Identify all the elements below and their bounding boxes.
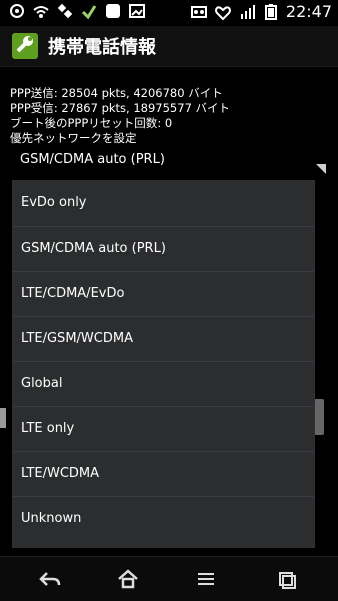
back-icon [39,572,61,586]
dropdown-option[interactable]: Global [13,361,314,407]
dropdown-option[interactable]: GSM/CDMA auto (PRL) [13,226,314,272]
left-edge-indicator [0,408,6,428]
ppp-sent-value: : 28504 pkts, 4206780 バイト [53,86,223,100]
dropdown-option[interactable]: EvDo only [13,181,314,226]
boot-reset-line: ブート後のPPPリセット回数: 0 [0,116,338,131]
option-label: Global [21,376,63,391]
back-button[interactable] [34,563,66,595]
dropdown-option[interactable]: LTE only [13,406,314,452]
selected-network-type: GSM/CDMA auto (PRL) [20,152,165,167]
dropdown-arrow-icon [316,164,326,174]
battery-icon [264,3,277,20]
app-title-bar: 携帯電話情報 [0,26,338,67]
menu-button[interactable] [190,563,222,595]
option-label: LTE/WCDMA [21,466,100,481]
home-icon [118,569,138,589]
page-title: 携帯電話情報 [48,37,156,58]
boot-reset-value: : 0 [157,116,173,130]
boot-reset-label: ブート後のPPPリセット回数 [10,116,158,130]
option-label: LTE/CDMA/EvDo [21,286,125,301]
ppp-sent-label: PPP送信 [10,86,54,100]
ppp-sent-line: PPP送信: 28504 pkts, 4206780 バイト [0,86,338,101]
network-type-dropdown: EvDo only GSM/CDMA auto (PRL) LTE/CDMA/E… [12,180,315,548]
cassette-icon [190,5,207,18]
recent-apps-button[interactable] [270,563,302,595]
location-icon [10,4,24,18]
recent-apps-icon [279,572,296,589]
signal-icon [240,4,255,19]
option-label: GSM/CDMA auto (PRL) [21,241,166,256]
option-label: EvDo only [21,195,87,210]
dropdown-option[interactable]: Unknown [13,496,314,542]
phone-info-section: PPP送信: 28504 pkts, 4206780 バイト PPP受信: 27… [0,86,338,146]
dropdown-option[interactable]: LTE/CDMA/EvDo [13,271,314,317]
dropdown-option[interactable]: LTE/WCDMA [13,451,314,497]
app-icon [106,4,120,18]
navigation-bar [0,556,338,601]
scrollbar[interactable] [314,399,324,435]
status-right-icons: 22:47 [190,2,332,21]
preferred-network-select[interactable]: GSM/CDMA auto (PRL) [10,148,326,176]
status-left-icons [8,2,146,20]
wifi-icon [33,6,49,18]
status-bar: 22:47 [0,0,338,26]
preferred-network-label: 優先ネットワークを設定 [10,131,137,145]
dropdown-option[interactable]: LTE/GSM/WCDMA [13,316,314,362]
home-button[interactable] [112,563,144,595]
satellite-icon [57,3,73,19]
image-icon [129,4,145,18]
ppp-recv-line: PPP受信: 27867 pkts, 18975577 バイト [0,101,338,116]
menu-icon [198,573,214,585]
ppp-recv-value: : 27867 pkts, 18975577 バイト [53,101,231,115]
heart-monitor-icon [214,5,231,20]
option-label: Unknown [21,511,82,526]
ppp-recv-label: PPP受信 [10,101,54,115]
option-label: LTE/GSM/WCDMA [21,331,133,346]
option-label: LTE only [21,421,75,436]
wrench-icon [12,33,38,59]
check-icon [81,5,97,20]
status-time: 22:47 [285,2,332,21]
